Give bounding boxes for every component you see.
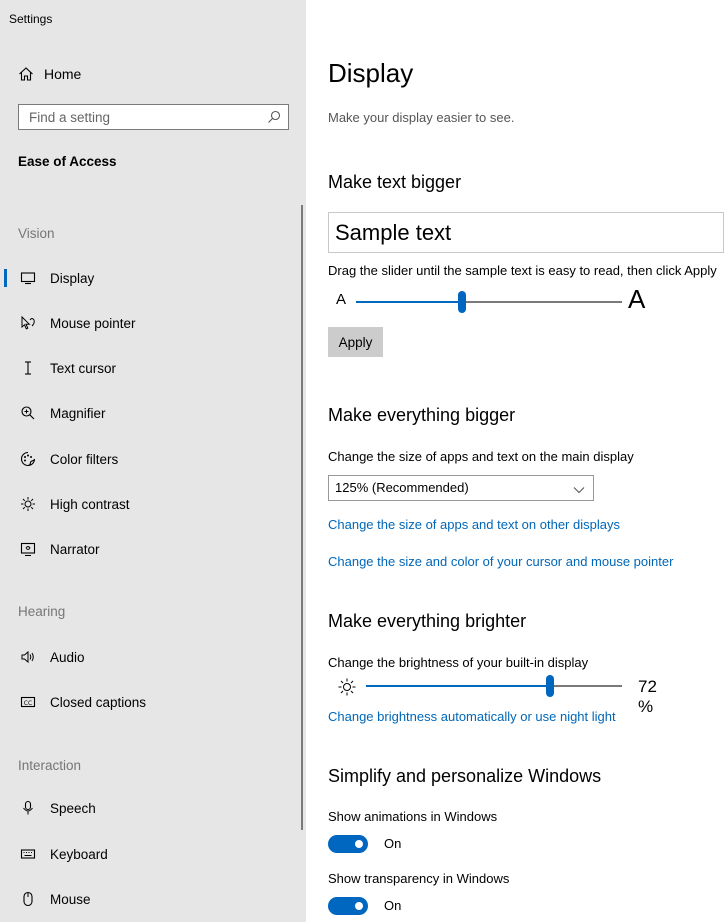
animations-toggle[interactable]	[328, 835, 368, 853]
sidebar-item-display[interactable]: Display	[0, 261, 300, 295]
search-box[interactable]	[18, 104, 289, 130]
sidebar-item-keyboard[interactable]: Keyboard	[0, 837, 300, 871]
high-contrast-icon	[18, 494, 38, 514]
animations-label: Show animations in Windows	[328, 809, 498, 824]
brightness-description: Change the brightness of your built-in d…	[328, 655, 589, 670]
sidebar-item-label: Mouse pointer	[50, 315, 136, 331]
transparency-toggle-state: On	[384, 898, 402, 913]
sidebar-item-label: High contrast	[50, 496, 130, 512]
sidebar-item-magnifier[interactable]: Magnifier	[0, 396, 300, 430]
brightness-slider-filled	[366, 685, 550, 687]
sidebar-item-label: Mouse	[50, 891, 91, 907]
speaker-icon	[18, 647, 38, 667]
scale-dropdown[interactable]: 125% (Recommended)	[328, 475, 594, 501]
group-label-hearing: Hearing	[18, 604, 66, 619]
home-label: Home	[44, 66, 82, 82]
search-input[interactable]	[19, 105, 269, 129]
brightness-slider[interactable]	[366, 675, 622, 697]
sidebar-item-label: Color filters	[50, 451, 119, 467]
apply-button[interactable]: Apply	[328, 327, 383, 357]
sidebar-item-color-filters[interactable]: Color filters	[0, 442, 300, 476]
chevron-down-icon	[572, 481, 586, 505]
sidebar-item-narrator[interactable]: Narrator	[0, 532, 300, 566]
make-everything-bigger-heading: Make everything bigger	[328, 405, 516, 425]
sidebar-item-label: Text cursor	[50, 360, 117, 376]
sidebar-item-label: Narrator	[50, 541, 100, 557]
sidebar-item-high-contrast[interactable]: High contrast	[0, 487, 300, 521]
sidebar-item-label: Magnifier	[50, 405, 106, 421]
cursor-size-link[interactable]: Change the size and color of your cursor…	[328, 554, 673, 569]
page-subtitle: Make your display easier to see.	[328, 110, 515, 125]
other-displays-link[interactable]: Change the size of apps and text on othe…	[328, 517, 620, 532]
text-slider-thumb[interactable]	[458, 291, 466, 313]
sidebar-item-label: Speech	[50, 800, 96, 816]
group-label-vision: Vision	[18, 226, 55, 241]
brightness-value: 72 %	[638, 677, 657, 716]
mouse-icon	[18, 889, 38, 909]
make-text-bigger-heading: Make text bigger	[328, 172, 462, 192]
sidebar-item-label: Audio	[50, 649, 85, 665]
closed-captions-icon: CC	[18, 692, 38, 712]
sidebar-item-mouse-pointer[interactable]: Mouse pointer	[0, 306, 300, 340]
app-title: Settings	[9, 12, 53, 26]
sidebar-item-label: Display	[50, 270, 95, 286]
toggle-knob	[355, 902, 363, 910]
color-filters-icon	[18, 449, 38, 469]
brightness-slider-track	[550, 685, 622, 687]
sidebar-scrollbar[interactable]	[301, 205, 303, 830]
night-light-link[interactable]: Change brightness automatically or use n…	[328, 709, 616, 724]
scale-dropdown-value: 125% (Recommended)	[335, 480, 469, 495]
small-a-label: A	[336, 291, 347, 308]
transparency-label: Show transparency in Windows	[328, 871, 510, 886]
sidebar-item-mouse[interactable]: Mouse	[0, 882, 300, 916]
toggle-knob	[355, 840, 363, 848]
sidebar-item-audio[interactable]: Audio	[0, 640, 300, 674]
scale-description: Change the size of apps and text on the …	[328, 449, 634, 464]
sidebar-item-closed-captions[interactable]: CC Closed captions	[0, 685, 300, 719]
narrator-icon	[18, 539, 38, 559]
sample-text-preview: Sample text	[328, 212, 724, 253]
text-size-instruction: Drag the slider until the sample text is…	[328, 263, 717, 278]
text-slider-track	[462, 301, 622, 303]
mouse-pointer-icon	[18, 313, 38, 333]
large-a-label: A	[628, 284, 646, 314]
search-icon[interactable]	[266, 109, 282, 125]
page-title: Display	[328, 58, 414, 88]
svg-text:CC: CC	[24, 700, 32, 707]
monitor-icon	[18, 268, 38, 288]
make-everything-brighter-heading: Make everything brighter	[328, 611, 527, 631]
sidebar-item-text-cursor[interactable]: Text cursor	[0, 351, 300, 385]
microphone-icon	[18, 798, 38, 818]
text-slider-filled	[356, 301, 462, 303]
group-label-interaction: Interaction	[18, 758, 82, 773]
sidebar: Settings Home Ease of Access Vision Disp…	[0, 0, 306, 922]
simplify-heading: Simplify and personalize Windows	[328, 766, 602, 786]
animations-toggle-state: On	[384, 836, 402, 851]
transparency-toggle[interactable]	[328, 897, 368, 915]
text-size-slider[interactable]	[356, 291, 622, 313]
magnifier-icon	[18, 403, 38, 423]
brightness-sun-icon	[337, 677, 357, 702]
text-cursor-icon	[18, 358, 38, 378]
brightness-slider-thumb[interactable]	[546, 675, 554, 697]
home-nav-item[interactable]: Home	[18, 63, 81, 85]
sidebar-item-speech[interactable]: Speech	[0, 791, 300, 825]
sidebar-item-label: Keyboard	[50, 846, 108, 862]
keyboard-icon	[18, 844, 38, 864]
section-title: Ease of Access	[18, 154, 117, 169]
sidebar-item-label: Closed captions	[50, 694, 147, 710]
home-icon	[18, 66, 34, 82]
